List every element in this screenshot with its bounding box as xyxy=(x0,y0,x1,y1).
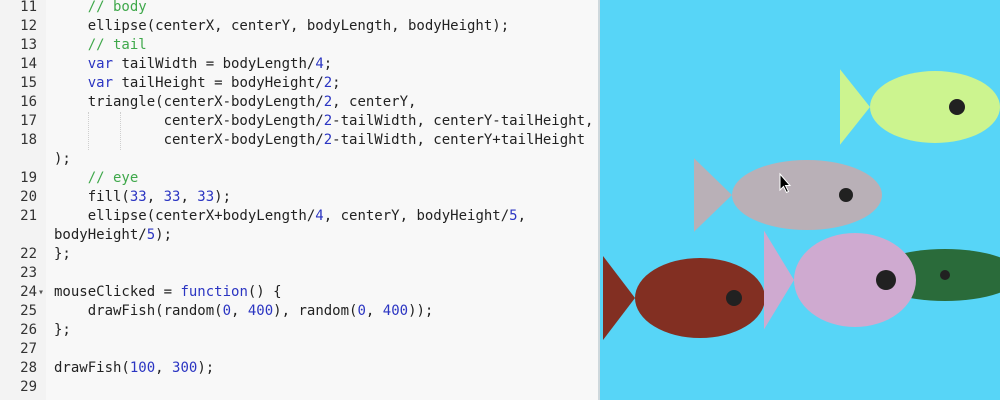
code-line[interactable]: 16 triangle(centerX-bodyLength/2, center… xyxy=(0,93,598,112)
code-text: bodyHeight/5); xyxy=(54,227,173,243)
app-window: 11 // body 12 ellipse(centerX, centerY, b… xyxy=(0,0,1000,400)
line-number: 19 xyxy=(20,170,37,186)
line-number: 13 xyxy=(20,37,37,53)
code-line[interactable]: bodyHeight/5); xyxy=(0,226,598,245)
code-line[interactable]: 15 var tailHeight = bodyHeight/2; xyxy=(0,74,598,93)
code-line[interactable]: 29 xyxy=(0,378,598,397)
line-number: 11 xyxy=(20,0,37,15)
fish-body xyxy=(635,258,765,338)
line-number: 27 xyxy=(20,341,37,357)
code-text: var tailHeight = bodyHeight/2; xyxy=(87,75,341,91)
code-line[interactable]: 28 drawFish(100, 300); xyxy=(0,359,598,378)
code-text: // eye xyxy=(87,170,139,186)
fish-lime xyxy=(840,69,1000,145)
fish-pink xyxy=(764,230,916,330)
fish-body xyxy=(794,233,916,327)
line-number: 18 xyxy=(20,132,37,148)
fish-eye xyxy=(876,270,896,290)
code-text: fill(33, 33, 33); xyxy=(54,189,232,205)
fish-eye xyxy=(839,188,853,202)
line-number: 17 xyxy=(20,113,37,129)
fish-body xyxy=(870,71,1000,143)
line-number: 29 xyxy=(20,379,37,395)
code-line[interactable]: 17 centerX-bodyLength/2-tailWidth, cente… xyxy=(0,112,598,131)
code-text: drawFish(random(0, 400), random(0, 400))… xyxy=(54,303,434,319)
line-number: 15 xyxy=(20,75,37,91)
code-line[interactable]: 21 ellipse(centerX+bodyLength/4, centerY… xyxy=(0,207,598,226)
code-line[interactable]: 22}; xyxy=(0,245,598,264)
code-text: ellipse(centerX, centerY, bodyLength, bo… xyxy=(54,18,510,34)
code-line[interactable]: 20 fill(33, 33, 33); xyxy=(0,188,598,207)
fish-body xyxy=(732,160,882,230)
code-text: ellipse(centerX+bodyLength/4, centerY, b… xyxy=(54,208,527,224)
code-text: centerX-bodyLength/2-tailWidth, centerY+… xyxy=(54,132,586,148)
code-line[interactable]: 18 centerX-bodyLength/2-tailWidth, cente… xyxy=(0,131,598,150)
code-text: }; xyxy=(54,246,71,262)
code-text: mouseClicked = function() { xyxy=(54,284,282,300)
code-text: triangle(centerX-bodyLength/2, centerY, xyxy=(54,94,417,110)
fish-gray xyxy=(694,158,882,232)
code-line[interactable]: 27 xyxy=(0,340,598,359)
fish-tail xyxy=(764,230,794,330)
fold-toggle-icon[interactable]: ▾ xyxy=(38,283,44,302)
code-line[interactable]: 24 ▾ mouseClicked = function() { xyxy=(0,283,598,302)
line-number: 25 xyxy=(20,303,37,319)
fish-canvas[interactable] xyxy=(600,0,1000,400)
code-line[interactable]: 25 drawFish(random(0, 400), random(0, 40… xyxy=(0,302,598,321)
output-canvas[interactable] xyxy=(600,0,1000,400)
fish-tail xyxy=(694,158,732,232)
fish-tail xyxy=(603,256,635,340)
code-line[interactable]: 14 var tailWidth = bodyLength/4; xyxy=(0,55,598,74)
line-number: 12 xyxy=(20,18,37,34)
code-line[interactable]: 11 // body xyxy=(0,0,598,17)
code-text: // body xyxy=(87,0,147,15)
code-editor[interactable]: 11 // body 12 ellipse(centerX, centerY, b… xyxy=(0,0,598,400)
code-line[interactable]: 12 ellipse(centerX, centerY, bodyLength,… xyxy=(0,17,598,36)
code-line[interactable]: ); xyxy=(0,150,598,169)
line-number: 22 xyxy=(20,246,37,262)
code-line[interactable]: 26}; xyxy=(0,321,598,340)
fish-brown xyxy=(603,256,765,340)
code-line[interactable]: 19 // eye xyxy=(0,169,598,188)
code-text: // tail xyxy=(87,37,147,53)
code-line[interactable]: 23 xyxy=(0,264,598,283)
line-number: 16 xyxy=(20,94,37,110)
code-text: drawFish(100, 300); xyxy=(54,360,215,376)
fish-tail xyxy=(840,69,870,145)
code-line[interactable]: 13 // tail xyxy=(0,36,598,55)
line-number: 28 xyxy=(20,360,37,376)
code-text: ); xyxy=(54,151,71,167)
line-number: 20 xyxy=(20,189,37,205)
fish-eye xyxy=(726,290,742,306)
line-number: 23 xyxy=(20,265,37,281)
line-number: 26 xyxy=(20,322,37,338)
fish-eye xyxy=(940,270,950,280)
fish-eye xyxy=(949,99,965,115)
line-number: 21 xyxy=(20,208,37,224)
code-text: centerX-bodyLength/2-tailWidth, centerY-… xyxy=(54,113,594,129)
code-text: }; xyxy=(54,322,71,338)
line-number: 24 xyxy=(20,284,37,300)
line-number: 14 xyxy=(20,56,37,72)
code-text: var tailWidth = bodyLength/4; xyxy=(87,56,333,72)
